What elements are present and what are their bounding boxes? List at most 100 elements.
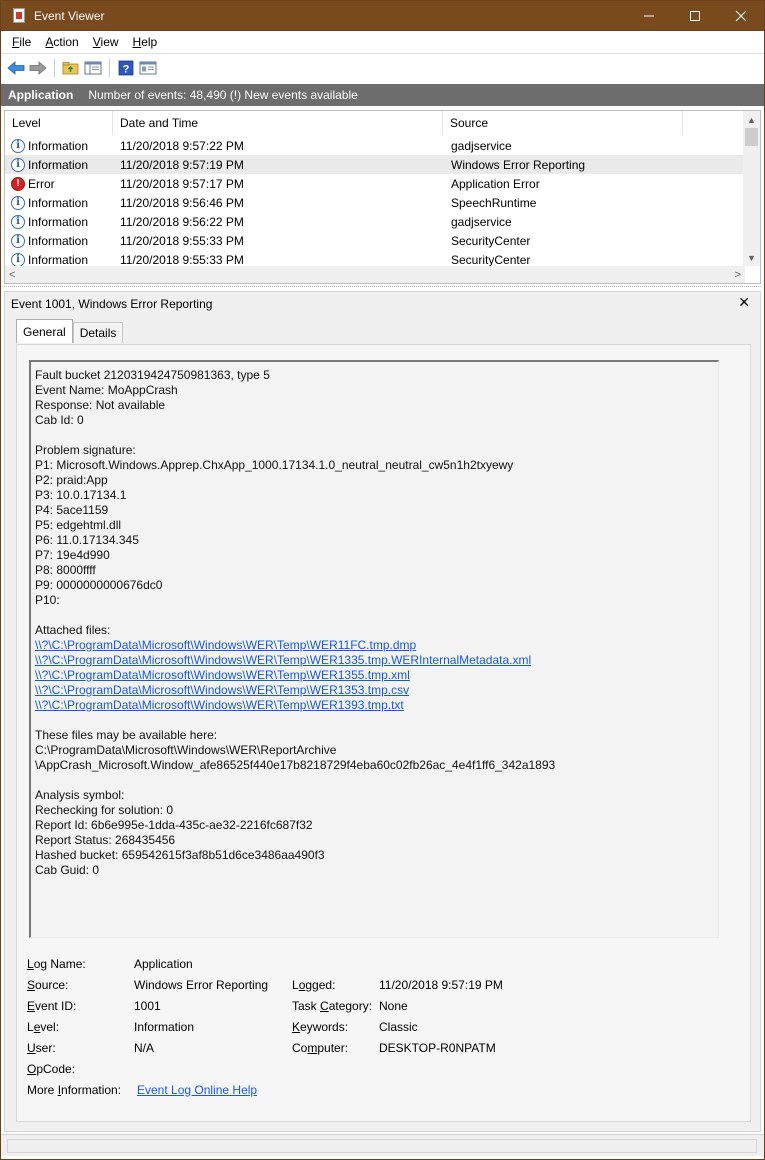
event-row[interactable]: ! Error 11/20/2018 9:57:17 PM Application E… xyxy=(5,174,745,193)
event-properties: Log Name: Application Source: Windows Er… xyxy=(27,953,727,1100)
task-category-label: Task Category: xyxy=(292,998,373,1013)
maximize-button[interactable] xyxy=(672,1,718,31)
event-level-text: Information xyxy=(28,157,89,172)
window-title: Event Viewer xyxy=(34,8,105,23)
description-line: P10: xyxy=(35,593,60,607)
user-label: User: xyxy=(27,1040,56,1055)
menu-file[interactable]: File xyxy=(5,35,38,49)
attached-file-link[interactable]: \\?\C:\ProgramData\Microsoft\Windows\WER… xyxy=(35,698,718,713)
event-description-textbox[interactable]: Fault bucket 2120319424750981363, type 5… xyxy=(29,360,719,938)
task-category-value: None xyxy=(379,998,408,1013)
event-datetime-cell: 11/20/2018 9:57:22 PM xyxy=(120,138,244,153)
event-list-horizontal-scrollbar[interactable]: < > xyxy=(5,266,745,283)
keywords-label: Keywords: xyxy=(292,1019,349,1034)
up-one-level-button[interactable] xyxy=(60,57,82,79)
help-button[interactable]: ? xyxy=(115,57,137,79)
column-header-source[interactable]: Source xyxy=(443,111,683,135)
level-label: Level: xyxy=(27,1019,60,1034)
forward-arrow-icon xyxy=(29,60,47,75)
help-icon: ? xyxy=(118,60,134,75)
description-line: P3: 10.0.17134.1 xyxy=(35,488,127,502)
event-level-cell: i Information xyxy=(5,195,113,210)
event-row[interactable]: i Information 11/20/2018 9:57:19 PM Windows… xyxy=(5,155,745,174)
menu-bar: File Action View Help xyxy=(0,31,765,53)
menu-action[interactable]: Action xyxy=(38,35,85,49)
menu-help[interactable]: Help xyxy=(126,35,165,49)
event-list-vertical-scrollbar[interactable]: ▲ ▼ xyxy=(743,111,760,266)
attached-file-link[interactable]: \\?\C:\ProgramData\Microsoft\Windows\WER… xyxy=(35,668,718,683)
folder-up-icon xyxy=(62,61,79,74)
logged-value: 11/20/2018 9:57:19 PM xyxy=(379,977,503,992)
event-row[interactable]: i Information 11/20/2018 9:57:22 PM gadjser… xyxy=(5,136,745,155)
event-level-text: Error xyxy=(28,176,55,191)
back-button[interactable] xyxy=(5,57,27,79)
information-icon: i xyxy=(11,214,25,229)
log-name-heading: Application xyxy=(8,88,74,102)
column-header-date-time[interactable]: Date and Time xyxy=(113,111,443,135)
description-line: P4: 5ace1159 xyxy=(35,503,109,517)
scroll-left-icon[interactable]: < xyxy=(9,269,15,281)
event-row[interactable]: i Information 11/20/2018 9:56:46 PM SpeechR… xyxy=(5,193,745,212)
description-line: Cab Id: 0 xyxy=(35,413,84,427)
description-line: \AppCrash_Microsoft.Window_afe86525f440e… xyxy=(35,758,556,772)
close-button[interactable] xyxy=(718,1,764,31)
close-icon xyxy=(735,10,747,22)
event-log-online-help-link[interactable]: Event Log Online Help xyxy=(137,1083,257,1097)
event-level-cell: ! Error xyxy=(5,176,113,191)
scroll-thumb[interactable] xyxy=(745,128,758,146)
tab-general[interactable]: General xyxy=(16,319,73,343)
column-header-level[interactable]: Level xyxy=(5,111,113,135)
menu-view[interactable]: View xyxy=(86,35,126,49)
log-name-label: Log Name: xyxy=(27,956,86,971)
event-source-cell: Application Error xyxy=(451,176,540,191)
description-line: P5: edgehtml.dll xyxy=(35,518,122,532)
back-arrow-icon xyxy=(7,60,25,75)
show-hide-console-tree-button[interactable] xyxy=(82,57,104,79)
event-level-text: Information xyxy=(28,252,89,267)
scroll-up-icon[interactable]: ▲ xyxy=(743,111,760,128)
event-list-column-headers: Level Date and Time Source xyxy=(5,111,745,135)
computer-label: Computer: xyxy=(292,1040,349,1055)
description-line: Report Id: 6b6e995e-1dda-435c-ae32-2216f… xyxy=(35,818,313,832)
user-value: N/A xyxy=(134,1040,155,1055)
pane-splitter[interactable] xyxy=(4,286,761,290)
minimize-button[interactable] xyxy=(626,1,672,31)
log-header-strip: Application Number of events: 48,490 (!)… xyxy=(1,84,764,106)
information-icon: i xyxy=(11,138,25,153)
properties-button[interactable] xyxy=(137,57,159,79)
event-datetime-cell: 11/20/2018 9:57:17 PM xyxy=(120,176,244,191)
toolbar-separator xyxy=(54,58,55,77)
minimize-icon xyxy=(644,15,654,17)
level-value: Information xyxy=(134,1019,195,1034)
information-icon: i xyxy=(11,252,25,267)
description-line: P8: 8000ffff xyxy=(35,563,96,577)
maximize-icon xyxy=(690,11,700,21)
description-line: These files may be available here: xyxy=(35,728,218,742)
attached-file-link[interactable]: \\?\C:\ProgramData\Microsoft\Windows\WER… xyxy=(35,683,718,698)
event-row[interactable]: i Information 11/20/2018 9:56:22 PM gadjser… xyxy=(5,212,745,231)
event-row[interactable]: i Information 11/20/2018 9:55:33 PM Securit… xyxy=(5,231,745,250)
description-line: P1: Microsoft.Windows.Apprep.ChxApp_1000… xyxy=(35,458,514,472)
tab-details[interactable]: Details xyxy=(72,322,124,343)
show-hide-tree-icon xyxy=(84,61,102,74)
column-header-filler xyxy=(683,111,745,135)
toolbar: ? xyxy=(0,53,765,81)
close-detail-icon[interactable]: ✕ xyxy=(738,294,750,311)
description-line: P7: 19e4d990 xyxy=(35,548,110,562)
forward-button[interactable] xyxy=(27,57,49,79)
description-line: P9: 0000000000676dc0 xyxy=(35,578,163,592)
scroll-right-icon[interactable]: > xyxy=(735,269,741,281)
event-viewer-app-icon[interactable] xyxy=(11,7,27,24)
properties-icon xyxy=(139,61,157,74)
event-source-cell: gadjservice xyxy=(451,138,512,153)
source-value: Windows Error Reporting xyxy=(134,977,269,992)
attached-file-link[interactable]: \\?\C:\ProgramData\Microsoft\Windows\WER… xyxy=(35,653,718,668)
scroll-down-icon[interactable]: ▼ xyxy=(743,249,760,266)
event-list: Level Date and Time Source i Information 1… xyxy=(4,110,761,284)
event-count-status: Number of events: 48,490 (!) New events … xyxy=(88,88,358,102)
information-icon: i xyxy=(11,233,25,248)
event-id-label: Event ID: xyxy=(27,998,77,1013)
attached-file-link[interactable]: \\?\C:\ProgramData\Microsoft\Windows\WER… xyxy=(35,638,718,653)
description-line: Report Status: 268435456 xyxy=(35,833,176,847)
description-line xyxy=(35,713,718,728)
